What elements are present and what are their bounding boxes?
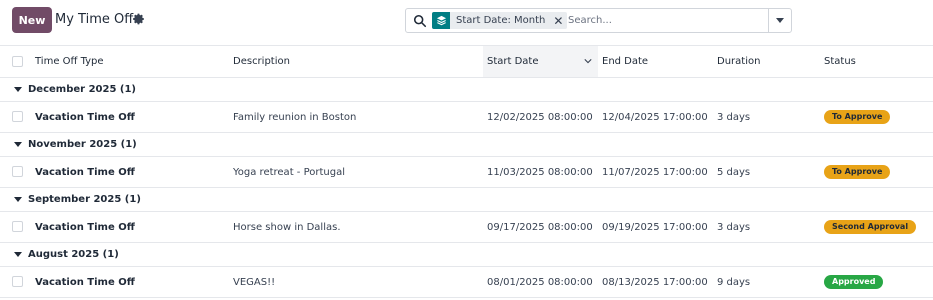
- row-checkbox[interactable]: [12, 166, 23, 178]
- search-options-toggle[interactable]: [768, 9, 791, 32]
- close-icon[interactable]: ✕: [551, 12, 565, 29]
- caret-down-icon: [14, 141, 22, 147]
- cell-start-date: 12/02/2025 08:00:00: [487, 111, 593, 123]
- cell-type: Vacation Time Off: [35, 276, 135, 288]
- caret-down-icon: [14, 196, 22, 202]
- cell-type: Vacation Time Off: [35, 221, 135, 233]
- column-header-start-date[interactable]: Start Date: [483, 45, 598, 78]
- cell-start-date: 09/17/2025 08:00:00: [487, 221, 593, 233]
- select-all-checkbox[interactable]: [12, 55, 23, 67]
- cell-description: Yoga retreat - Portugal: [233, 166, 345, 178]
- table-header: Time Off Type Description Start Date End…: [0, 45, 933, 78]
- table-row[interactable]: Vacation Time Off Family reunion in Bost…: [0, 102, 933, 133]
- cell-end-date: 09/19/2025 17:00:00: [602, 221, 708, 233]
- search-input[interactable]: [566, 12, 766, 29]
- cell-duration: 3 days: [717, 221, 751, 233]
- facet-label: Start Date: Month: [456, 15, 546, 26]
- cell-end-date: 08/13/2025 17:00:00: [602, 276, 708, 288]
- time-off-list: Time Off Type Description Start Date End…: [0, 45, 933, 298]
- table-row[interactable]: Vacation Time Off VEGAS!! 08/01/2025 08:…: [0, 267, 933, 298]
- group-header[interactable]: December 2025 (1): [0, 78, 933, 102]
- page-title: My Time Off: [55, 12, 134, 27]
- status-badge: To Approve: [824, 110, 891, 124]
- layers-icon: [432, 12, 450, 29]
- cell-type: Vacation Time Off: [35, 111, 135, 123]
- search-icon[interactable]: [413, 14, 427, 28]
- control-panel: New My Time Off Start Date: Month ✕: [0, 0, 933, 44]
- chevron-down-icon: [776, 18, 784, 23]
- status-badge: To Approve: [824, 165, 891, 179]
- caret-down-icon: [14, 86, 22, 92]
- cell-type: Vacation Time Off: [35, 166, 135, 178]
- column-header-status[interactable]: Status: [824, 46, 933, 78]
- table-row[interactable]: Vacation Time Off Horse show in Dallas. …: [0, 212, 933, 243]
- status-badge: Approved: [824, 275, 884, 289]
- caret-down-icon: [14, 251, 22, 257]
- column-header-type[interactable]: Time Off Type: [31, 46, 229, 78]
- group-label: September 2025 (1): [28, 194, 141, 205]
- column-header-duration[interactable]: Duration: [713, 46, 824, 78]
- cell-duration: 3 days: [717, 111, 751, 123]
- new-button[interactable]: New: [12, 7, 52, 33]
- cell-duration: 9 days: [717, 276, 751, 288]
- group-label: August 2025 (1): [28, 249, 119, 260]
- select-all-checkbox-cell: [0, 46, 31, 78]
- column-header-start-date-label: Start Date: [487, 56, 539, 67]
- cell-description: Horse show in Dallas.: [233, 221, 341, 233]
- search-bar: Start Date: Month ✕: [405, 8, 792, 33]
- cell-end-date: 11/07/2025 17:00:00: [602, 166, 708, 178]
- row-checkbox[interactable]: [12, 221, 23, 233]
- status-badge: Second Approval: [824, 220, 917, 234]
- row-checkbox[interactable]: [12, 111, 23, 123]
- cell-start-date: 11/03/2025 08:00:00: [487, 166, 593, 178]
- cell-end-date: 12/04/2025 17:00:00: [602, 111, 708, 123]
- group-label: December 2025 (1): [28, 84, 136, 95]
- table-row[interactable]: Vacation Time Off Yoga retreat - Portuga…: [0, 157, 933, 188]
- cell-start-date: 08/01/2025 08:00:00: [487, 276, 593, 288]
- group-header[interactable]: August 2025 (1): [0, 243, 933, 267]
- cell-description: VEGAS!!: [233, 276, 276, 288]
- group-header[interactable]: September 2025 (1): [0, 188, 933, 212]
- chevron-down-icon: [584, 59, 592, 64]
- column-header-end-date[interactable]: End Date: [598, 46, 713, 78]
- cell-description: Family reunion in Boston: [233, 111, 357, 123]
- search-facet: Start Date: Month ✕: [432, 12, 568, 29]
- gear-icon[interactable]: [133, 13, 145, 25]
- group-header[interactable]: November 2025 (1): [0, 133, 933, 157]
- row-checkbox[interactable]: [12, 276, 23, 288]
- column-header-description[interactable]: Description: [229, 46, 483, 78]
- group-label: November 2025 (1): [28, 139, 137, 150]
- cell-duration: 5 days: [717, 166, 751, 178]
